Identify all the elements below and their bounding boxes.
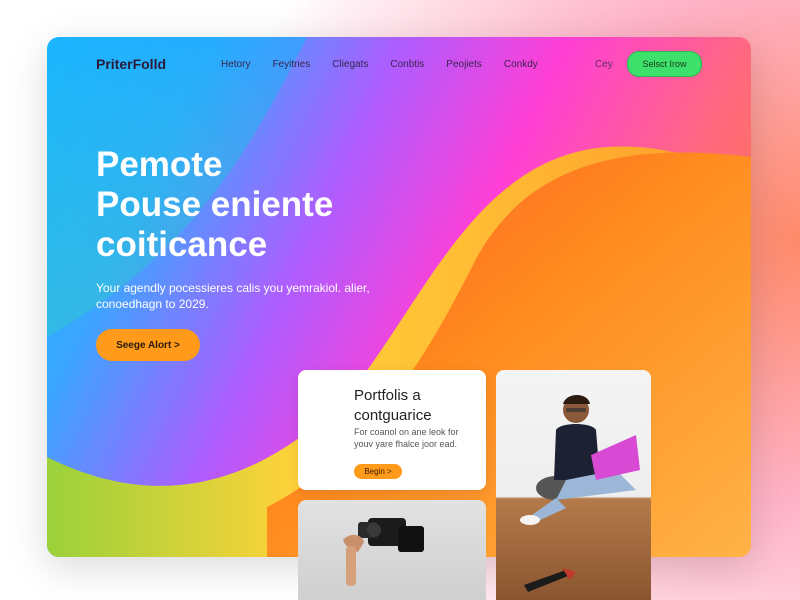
card-button[interactable]: Begin > [354, 464, 402, 479]
card-title: Portfolis a contguarice [354, 387, 432, 424]
nav-link-features[interactable]: Feyitnes [272, 59, 310, 70]
nav-link-contacts[interactable]: Conbtis [390, 59, 424, 70]
site-logo[interactable]: PriterFolld [96, 56, 166, 72]
hero-title-line: Pemote [96, 145, 223, 184]
hero-title: Pemote Pouse eniente coiticance [96, 145, 416, 265]
nav-link-projects[interactable]: Peojiets [446, 59, 482, 70]
hero-subtitle: Your agendly pocessieres calis you yemra… [96, 281, 370, 311]
nav-link-history[interactable]: Hetory [221, 59, 250, 70]
hero-title-line: coiticance [96, 225, 268, 264]
hero-cta-button[interactable]: Seege Alort > [96, 329, 200, 361]
nav-cta-button[interactable]: Selsct Irow [627, 51, 702, 77]
nav-links: Hetory Feyitnes Cliegats Conbtis Peojiet… [221, 59, 560, 70]
login-link[interactable]: Cey [595, 59, 613, 70]
nav-link-company[interactable]: Conkdy [504, 59, 538, 70]
card-description: For coanol on ane leok for youv yare fha… [354, 427, 459, 449]
portfolio-card: Portfolis a contguarice For coanol on an… [298, 370, 486, 490]
hero-title-line: Pouse eniente [96, 185, 334, 224]
nav-link-categories[interactable]: Cliegats [332, 59, 368, 70]
camera-photo [298, 500, 486, 600]
top-navigation: PriterFolld Hetory Feyitnes Cliegats Con… [47, 37, 751, 97]
person-with-laptop-photo [496, 370, 651, 600]
